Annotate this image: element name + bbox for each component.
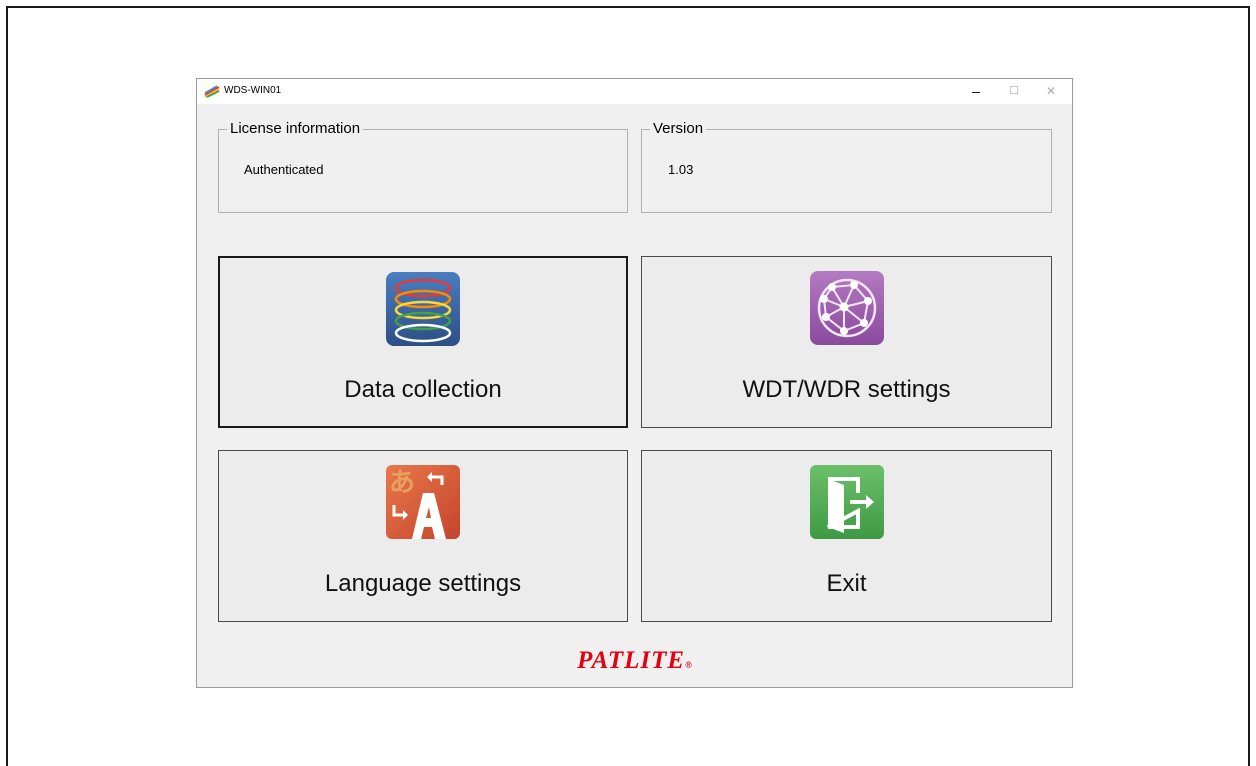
wdt-wdr-settings-label: WDT/WDR settings: [742, 376, 951, 403]
brand-name: PATLITE: [577, 647, 686, 674]
data-collection-button[interactable]: Data collection: [218, 256, 628, 428]
language-settings-label: Language settings: [324, 570, 522, 597]
network-globe-icon: [809, 271, 884, 345]
license-groupbox: License information Authenticated: [218, 120, 628, 213]
brand-registered-mark: ®: [685, 660, 692, 670]
exit-label: Exit: [826, 570, 867, 597]
maximize-button[interactable]: ☐: [994, 79, 1034, 104]
translate-icon: あ: [386, 465, 460, 539]
title-bar[interactable]: WDS-WIN01 – ☐ ✕: [197, 79, 1072, 104]
version-number: 1.03: [668, 162, 694, 177]
close-button[interactable]: ✕: [1031, 79, 1071, 104]
app-window: WDS-WIN01 – ☐ ✕ License information Auth…: [196, 78, 1073, 688]
language-settings-button[interactable]: あ Language settings: [218, 450, 628, 622]
exit-button[interactable]: Exit: [641, 450, 1052, 622]
version-groupbox: Version 1.03: [641, 120, 1052, 213]
wdt-wdr-settings-button[interactable]: WDT/WDR settings: [641, 256, 1052, 428]
data-stack-icon: [386, 272, 460, 346]
license-label: License information: [227, 120, 364, 138]
app-logo-icon: [204, 85, 220, 98]
patlite-logo: PATLITE®: [197, 647, 1072, 675]
version-label: Version: [650, 120, 707, 138]
exit-door-icon: [809, 465, 884, 539]
minimize-button[interactable]: –: [956, 79, 996, 104]
data-collection-label: Data collection: [344, 376, 502, 403]
window-title: WDS-WIN01: [224, 85, 282, 96]
license-status: Authenticated: [244, 162, 324, 177]
svg-text:あ: あ: [389, 468, 415, 498]
